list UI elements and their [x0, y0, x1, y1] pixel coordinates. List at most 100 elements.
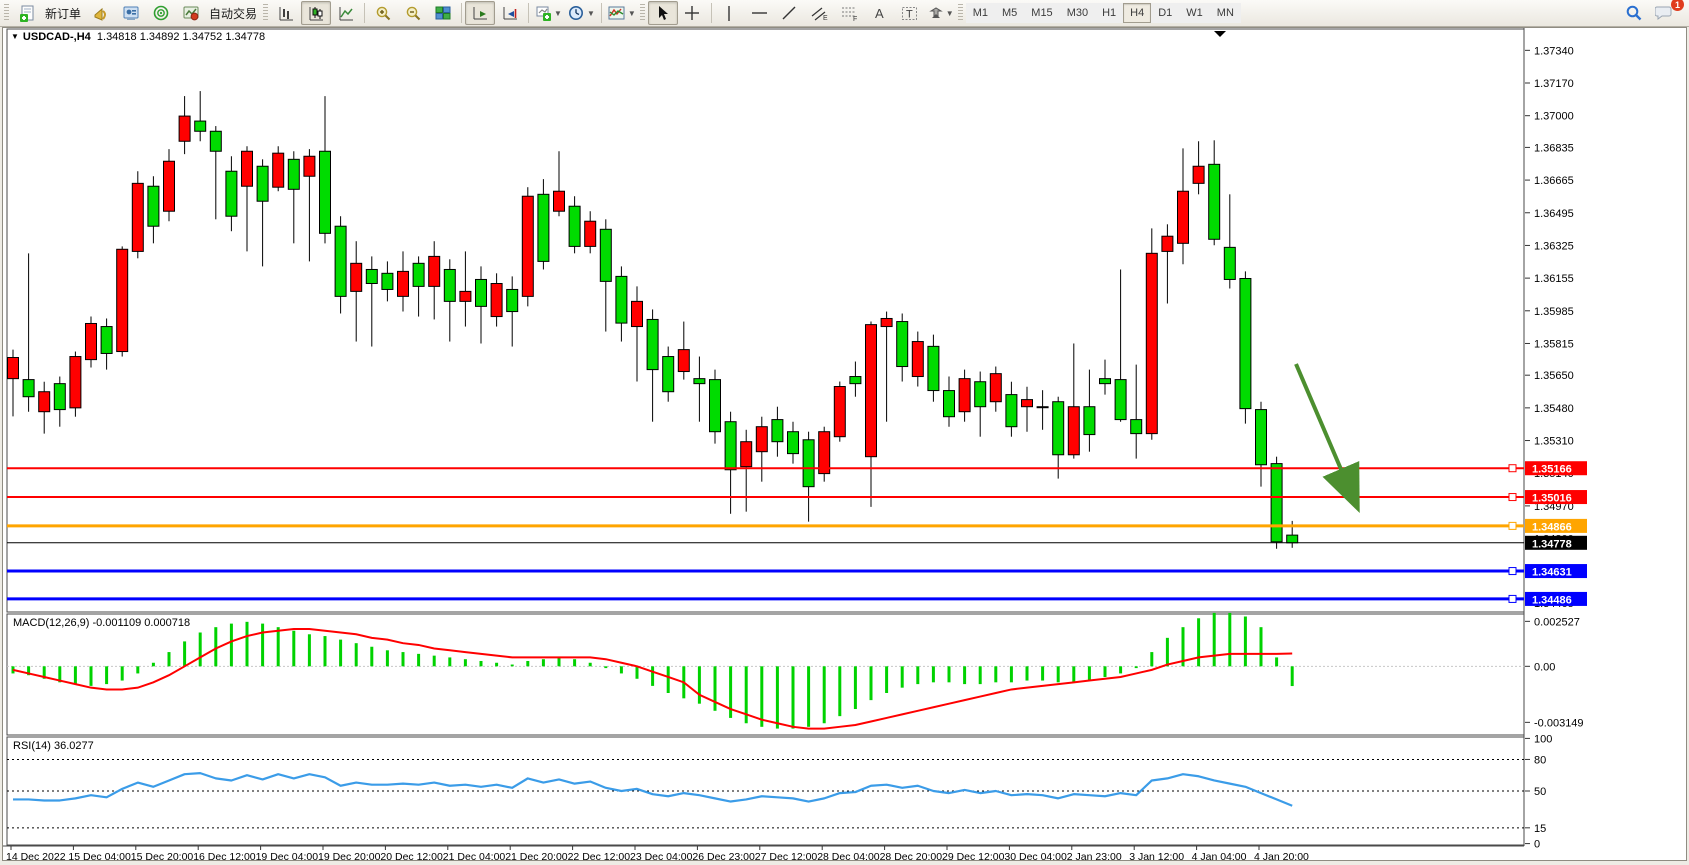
autotrade-button[interactable] — [176, 1, 206, 25]
crosshair-button[interactable] — [678, 1, 708, 25]
cursor-button[interactable] — [648, 1, 678, 25]
time-tick-label: 21 Dec 20:00 — [505, 851, 568, 860]
candle — [1193, 166, 1204, 183]
search-button[interactable] — [1619, 1, 1649, 25]
signals-icon — [153, 5, 170, 22]
tf-h4-button[interactable]: H4 — [1123, 3, 1151, 23]
line-chart-button[interactable] — [331, 1, 361, 25]
toolbar-grip[interactable] — [4, 4, 9, 22]
candle — [429, 256, 440, 286]
new-order-label[interactable]: 新订单 — [45, 5, 81, 22]
candlestick-button[interactable] — [301, 1, 331, 25]
auto-scroll-button[interactable] — [465, 1, 495, 25]
candle — [366, 269, 377, 283]
symbol-dropdown-icon[interactable]: ▼ — [11, 32, 19, 41]
horizontal-line-icon — [751, 7, 768, 20]
price-tick-label: 1.36495 — [1534, 208, 1574, 220]
autotrade-label[interactable]: 自动交易 — [209, 5, 257, 22]
candle — [1162, 236, 1173, 251]
text-icon: A — [872, 5, 887, 21]
candle — [1131, 420, 1142, 434]
tf-m1-button[interactable]: M1 — [966, 3, 995, 23]
candle — [257, 166, 268, 201]
svg-text:F: F — [853, 16, 857, 22]
price-tick-label: 1.37170 — [1534, 78, 1574, 90]
price-tick-label: 1.36155 — [1534, 273, 1574, 285]
macd-tick-label: 0.002527 — [1534, 616, 1580, 628]
terminal-button[interactable] — [116, 1, 146, 25]
bar-chart-button[interactable] — [271, 1, 301, 25]
megaphone-button[interactable] — [86, 1, 116, 25]
candle — [1100, 379, 1111, 384]
horizontal-line-button[interactable] — [745, 1, 775, 25]
zoom-in-button[interactable] — [368, 1, 398, 25]
chart-shift-button[interactable] — [495, 1, 525, 25]
candle — [444, 269, 455, 301]
chart-shift-icon — [502, 5, 519, 22]
candle — [897, 322, 908, 367]
zoom-out-button[interactable] — [398, 1, 428, 25]
candle — [288, 159, 299, 189]
time-axis[interactable]: 14 Dec 202215 Dec 04:0015 Dec 20:0016 De… — [6, 846, 1309, 860]
candle — [195, 121, 206, 131]
candle — [273, 153, 284, 187]
new-order-button[interactable] — [12, 1, 42, 25]
candle — [725, 422, 736, 470]
line-handle — [1509, 568, 1516, 575]
new-chart-button[interactable]: ▼ — [532, 1, 565, 25]
toolbar-grip-4[interactable] — [958, 4, 963, 22]
periods-button[interactable]: ▼ — [565, 1, 598, 25]
time-tick-label: 4 Jan 20:00 — [1254, 851, 1309, 860]
tile-windows-button[interactable] — [428, 1, 458, 25]
trendline-button[interactable] — [775, 1, 805, 25]
toolbar-grip-2[interactable] — [263, 4, 268, 22]
time-tick-label: 22 Dec 12:00 — [568, 851, 631, 860]
tf-m15-button[interactable]: M15 — [1024, 3, 1059, 23]
chart-ohlc-values: 1.34818 1.34892 1.34752 1.34778 — [97, 31, 265, 43]
tf-d1-button[interactable]: D1 — [1151, 3, 1179, 23]
svg-text:1.34778: 1.34778 — [1532, 538, 1572, 550]
rsi-tick-label: 100 — [1534, 733, 1552, 745]
label-button[interactable]: T — [895, 1, 925, 25]
vertical-line-button[interactable] — [715, 1, 745, 25]
time-tick-label: 3 Jan 12:00 — [1129, 851, 1184, 860]
time-tick-label: 4 Jan 04:00 — [1192, 851, 1247, 860]
candle — [1006, 395, 1017, 427]
candle — [164, 161, 175, 211]
time-tick-label: 27 Dec 12:00 — [755, 851, 818, 860]
chart-window[interactable]: ▼USDCAD-,H4 1.34818 1.34892 1.34752 1.34… — [2, 27, 1687, 861]
toolbar-separator — [601, 3, 602, 23]
time-tick-label: 23 Dec 04:00 — [630, 851, 693, 860]
tf-m5-button[interactable]: M5 — [995, 3, 1024, 23]
tf-m30-button[interactable]: M30 — [1060, 3, 1095, 23]
megaphone-icon — [93, 5, 110, 22]
price-tick-label: 1.37000 — [1534, 111, 1574, 123]
line-handle — [1509, 494, 1516, 501]
indicators-button[interactable]: ▼ — [605, 1, 639, 25]
text-button[interactable]: A — [865, 1, 895, 25]
toolbar-grip-3[interactable] — [640, 4, 645, 22]
candle — [117, 249, 128, 351]
shapes-button[interactable]: ▼ — [925, 1, 957, 25]
fibonacci-button[interactable]: F — [835, 1, 865, 25]
candle — [132, 183, 143, 251]
candle — [881, 318, 892, 326]
signals-button[interactable] — [146, 1, 176, 25]
candle — [866, 325, 877, 457]
notifications-button[interactable]: 1 — [1649, 1, 1679, 25]
tf-h1-button[interactable]: H1 — [1095, 3, 1123, 23]
toolbar-separator — [461, 3, 462, 23]
chart-canvas[interactable]: 1.373401.371701.370001.368351.366651.364… — [3, 28, 1686, 860]
trendline-icon — [781, 5, 798, 22]
candle — [912, 342, 923, 377]
zoom-out-icon — [405, 5, 422, 22]
main-toolbar: 新订单 自动交易 — [0, 0, 1689, 27]
candle — [1146, 253, 1157, 433]
candle — [632, 301, 643, 326]
tf-w1-button[interactable]: W1 — [1179, 3, 1210, 23]
tf-mn-button[interactable]: MN — [1210, 3, 1241, 23]
toolbar-separator — [364, 3, 365, 23]
candle — [788, 432, 799, 454]
channel-button[interactable]: E — [805, 1, 835, 25]
time-tick-label: 26 Dec 23:00 — [692, 851, 755, 860]
